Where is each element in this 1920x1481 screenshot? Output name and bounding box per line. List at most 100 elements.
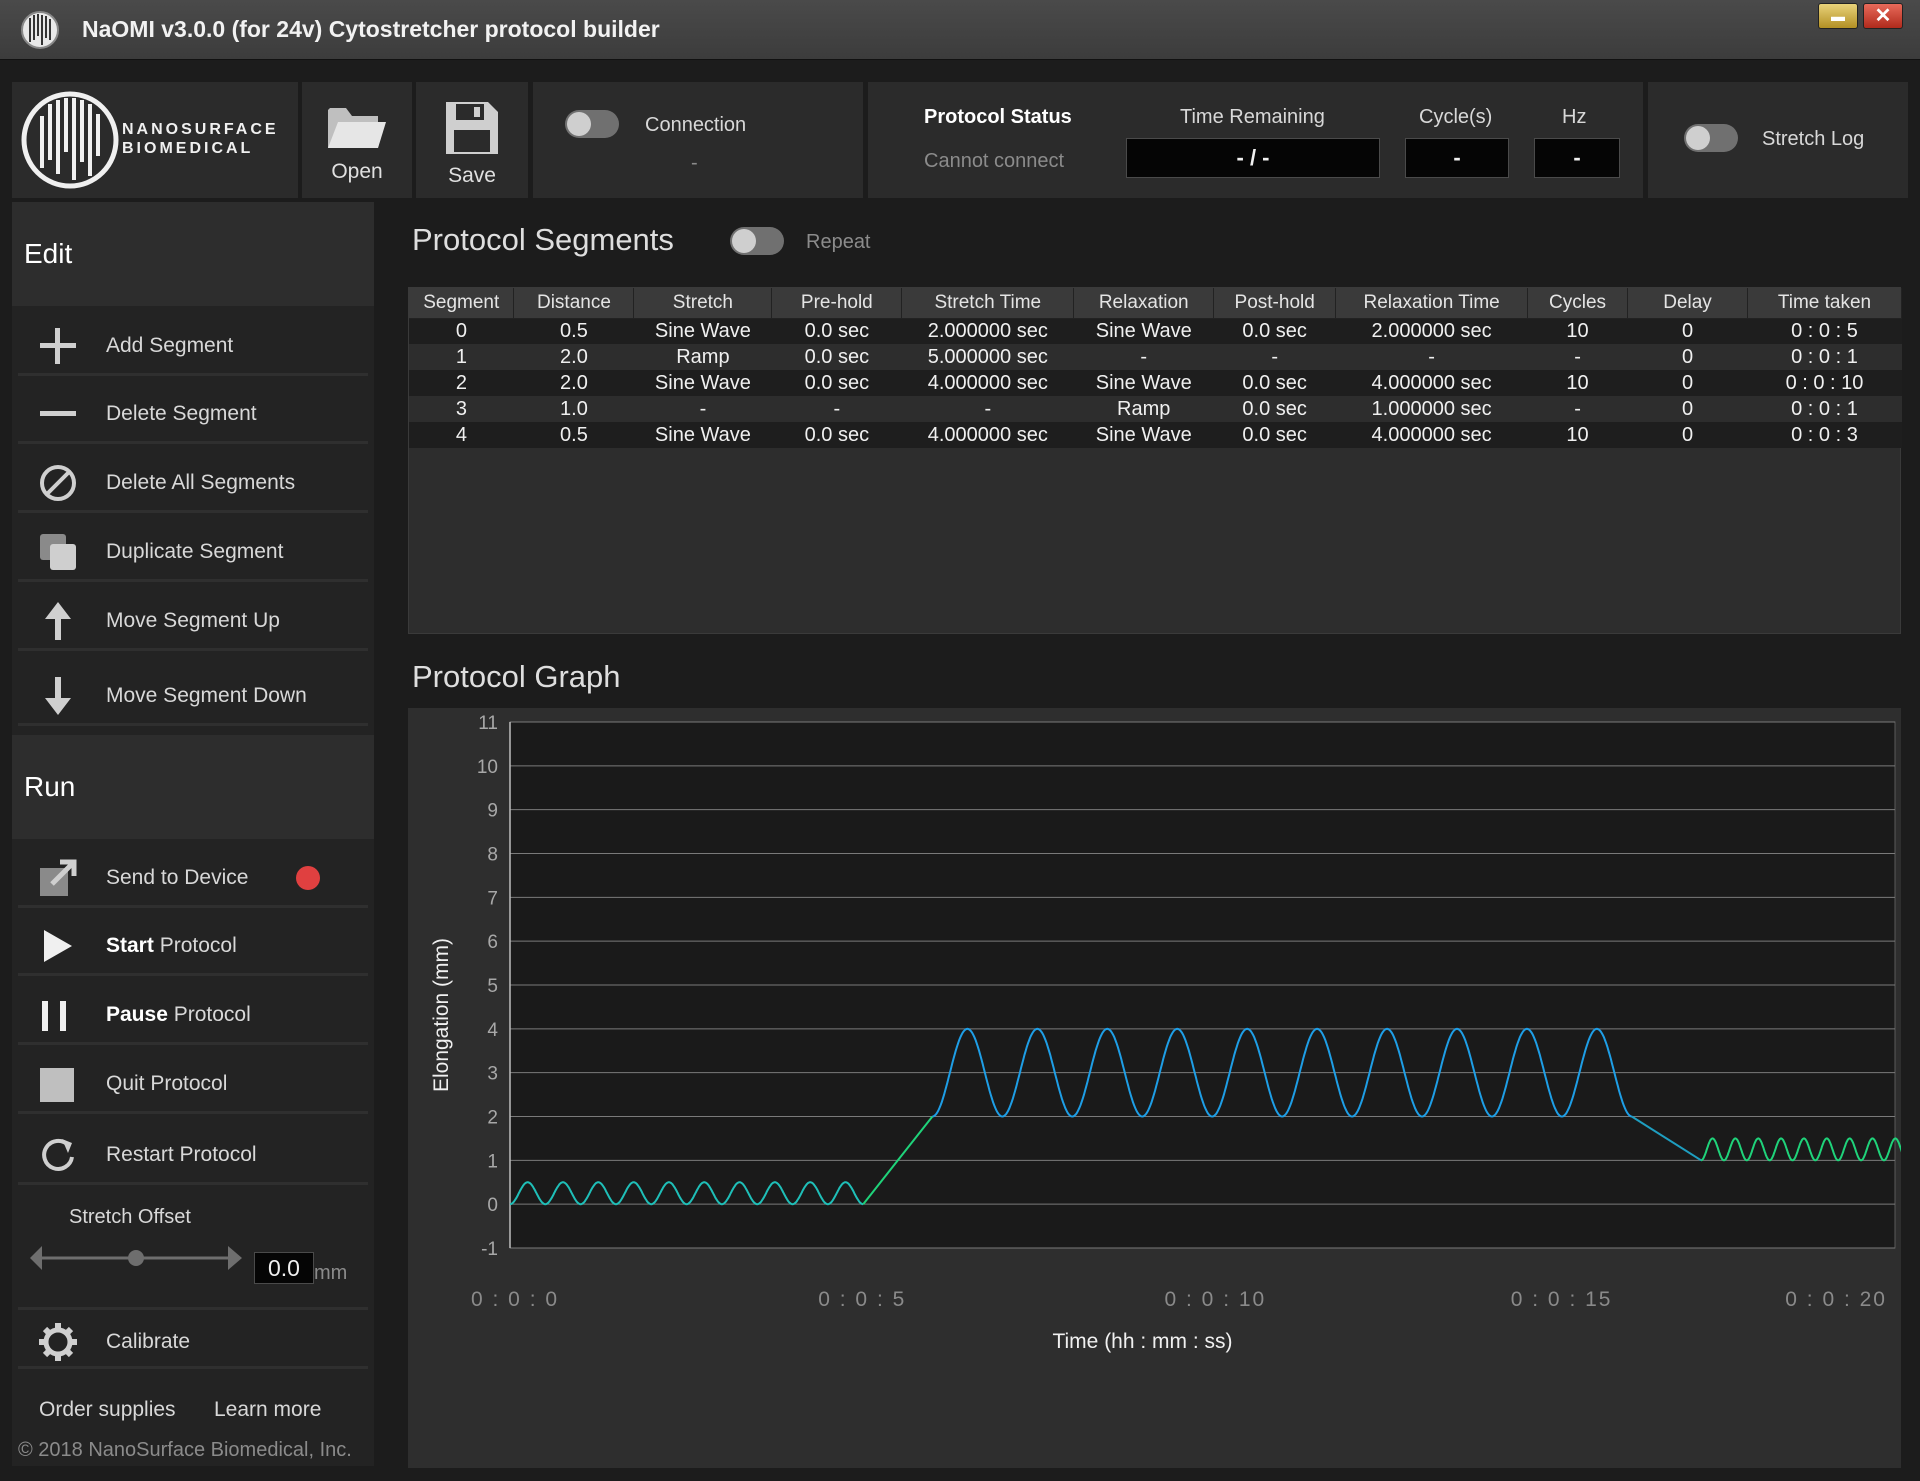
send-to-device-button[interactable]: Send to Device <box>18 846 368 908</box>
column-header[interactable]: Stretch Time <box>901 288 1075 319</box>
restart-protocol-button[interactable]: Restart Protocol <box>18 1123 368 1185</box>
window-title: NaOMI v3.0.0 (for 24v) Cytostretcher pro… <box>82 16 660 42</box>
table-cell: 0.0 sec <box>1213 422 1336 448</box>
column-header[interactable]: Cycles <box>1527 288 1629 319</box>
table-row[interactable]: 2 2.0 Sine Wave 0.0 sec 4.000000 sec Sine Wav… <box>409 370 1902 396</box>
pause-protocol-button[interactable]: Pause Protocol <box>18 983 368 1045</box>
y-tick-label: 2 <box>487 1108 498 1129</box>
delete-all-segments-button[interactable]: Delete All Segments <box>18 451 368 513</box>
arrow-up-icon <box>45 602 71 640</box>
order-supplies-link[interactable]: Order supplies <box>39 1398 176 1422</box>
column-header[interactable]: Time taken <box>1747 288 1903 319</box>
table-cell: - <box>1527 344 1628 370</box>
quit-protocol-button[interactable]: Quit Protocol <box>18 1052 368 1114</box>
column-header[interactable]: Distance <box>513 288 635 319</box>
stretch-log-label: Stretch Log <box>1762 128 1865 150</box>
table-cell: - <box>1527 396 1628 422</box>
segments-table-area: Segment Distance Stretch Pre-hold Stretch Ti… <box>408 287 1903 634</box>
connection-label: Connection <box>645 114 747 136</box>
add-segment-button[interactable]: Add Segment <box>18 314 368 376</box>
stretch-log-toggle[interactable] <box>1684 124 1738 152</box>
repeat-toggle[interactable] <box>730 227 784 255</box>
calibrate-button[interactable]: Calibrate <box>18 1307 368 1369</box>
cycles-value: - <box>1405 138 1509 178</box>
table-cell: 1.0 <box>513 396 634 422</box>
minimize-button[interactable]: ▬ <box>1818 3 1858 29</box>
protocol-status-label: Protocol Status <box>924 106 1072 128</box>
table-cell: 0.5 <box>513 422 634 448</box>
logo-line2: BIOMEDICAL <box>122 140 254 157</box>
delete-segment-button[interactable]: Delete Segment <box>18 382 368 444</box>
table-header-row: Segment Distance Stretch Pre-hold Stretch Ti… <box>409 288 1903 319</box>
close-button[interactable]: ✕ <box>1863 3 1903 29</box>
protocol-status-value: Cannot connect <box>924 150 1065 172</box>
close-icon: ✕ <box>1874 5 1892 27</box>
protocol-graph-heading: Protocol Graph <box>412 659 621 694</box>
pause-protocol-label: Pause Protocol <box>106 1003 251 1027</box>
move-segment-down-button[interactable]: Move Segment Down <box>18 664 368 726</box>
save-label: Save <box>448 164 496 187</box>
protocol-graph: -1 0 1 2 3 4 5 6 7 8 9 10 11 0 : 0 : 0 0 : 0 : 5 0 : 0 … <box>408 708 1901 1468</box>
table-cell: 2.0 <box>513 344 634 370</box>
open-label: Open <box>331 160 383 183</box>
column-header[interactable]: Relaxation Time <box>1335 288 1529 319</box>
status-panel: Protocol Status Cannot connect Time Rema… <box>868 82 1643 198</box>
table-cell: 10 <box>1527 370 1628 396</box>
save-button[interactable]: Save <box>416 82 528 198</box>
table-row[interactable]: 1 2.0 Ramp 0.0 sec 5.000000 sec - - - -0 0 : 0 : … <box>409 344 1902 370</box>
table-cell: - <box>901 396 1074 422</box>
move-segment-up-button[interactable]: Move Segment Up <box>18 589 368 651</box>
column-header[interactable]: Stretch <box>633 288 773 319</box>
table-cell: - <box>1213 344 1336 370</box>
column-header[interactable]: Post-hold <box>1213 288 1337 319</box>
x-tick-label: 0 : 0 : 20 <box>1785 1288 1887 1311</box>
column-header[interactable]: Pre-hold <box>771 288 903 319</box>
connection-toggle[interactable] <box>565 110 619 138</box>
table-cell: Sine Wave <box>1073 370 1214 396</box>
table-cell: 0.0 sec <box>1213 318 1336 344</box>
start-rest: Protocol <box>153 934 237 957</box>
stretch-offset-slider[interactable] <box>28 1240 244 1276</box>
restart-protocol-label: Restart Protocol <box>106 1143 257 1166</box>
cycles-label: Cycle(s) <box>1419 106 1493 128</box>
table-cell: Sine Wave <box>1073 422 1214 448</box>
column-header[interactable]: Relaxation <box>1073 288 1215 319</box>
learn-more-link[interactable]: Learn more <box>214 1398 321 1422</box>
y-tick-label: 10 <box>477 757 498 778</box>
table-cell: Sine Wave <box>633 318 772 344</box>
table-row[interactable]: 4 0.5 Sine Wave 0.0 sec 4.000000 sec Sine Wav… <box>409 422 1902 448</box>
table-cell: 10 <box>1527 318 1628 344</box>
stretch-offset-input[interactable]: 0.0 <box>254 1252 314 1284</box>
start-bold: Start <box>106 934 154 957</box>
duplicate-segment-button[interactable]: Duplicate Segment <box>18 520 368 582</box>
y-tick-label: 9 <box>487 801 498 822</box>
table-row[interactable]: 0 0.5 Sine Wave 0.0 sec 2.000000 sec Sine Wav… <box>409 318 1902 344</box>
open-button[interactable]: Open <box>302 82 412 198</box>
pause-bold: Pause <box>106 1003 168 1026</box>
y-tick-label: 11 <box>478 713 498 734</box>
hz-label: Hz <box>1562 106 1587 128</box>
column-header[interactable]: Segment <box>409 288 515 319</box>
title-bar: NaOMI v3.0.0 (for 24v) Cytostretcher pro… <box>0 0 1920 60</box>
duplicate-icon <box>40 534 76 570</box>
table-cell: 4.000000 sec <box>901 370 1074 396</box>
table-cell: - <box>633 396 772 422</box>
add-segment-label: Add Segment <box>106 334 234 357</box>
nanosurface-logo <box>21 91 119 189</box>
move-segment-up-label: Move Segment Up <box>106 609 280 632</box>
copyright-text: © 2018 NanoSurface Biomedical, Inc. <box>18 1439 352 1461</box>
column-header[interactable]: Delay <box>1627 288 1748 319</box>
table-cell: Ramp <box>633 344 772 370</box>
move-segment-down-label: Move Segment Down <box>106 684 307 707</box>
minus-icon <box>40 411 76 416</box>
restart-icon <box>42 1138 74 1171</box>
table-row[interactable]: 3 1.0- - - Ramp 0.0 sec 1.000000 sec -0 0 : 0 : … <box>409 396 1902 422</box>
start-protocol-button[interactable]: Start Protocol <box>18 914 368 976</box>
x-tick-label: 0 : 0 : 15 <box>1511 1288 1613 1311</box>
table-cell: 0 <box>1627 396 1748 422</box>
x-tick-label: 0 : 0 : 0 <box>471 1288 559 1311</box>
table-cell: 0 : 0 : 10 <box>1747 370 1902 396</box>
pause-rest: Protocol <box>167 1003 251 1026</box>
y-tick-label: 4 <box>487 1020 498 1041</box>
table-cell: 0 : 0 : 3 <box>1747 422 1902 448</box>
